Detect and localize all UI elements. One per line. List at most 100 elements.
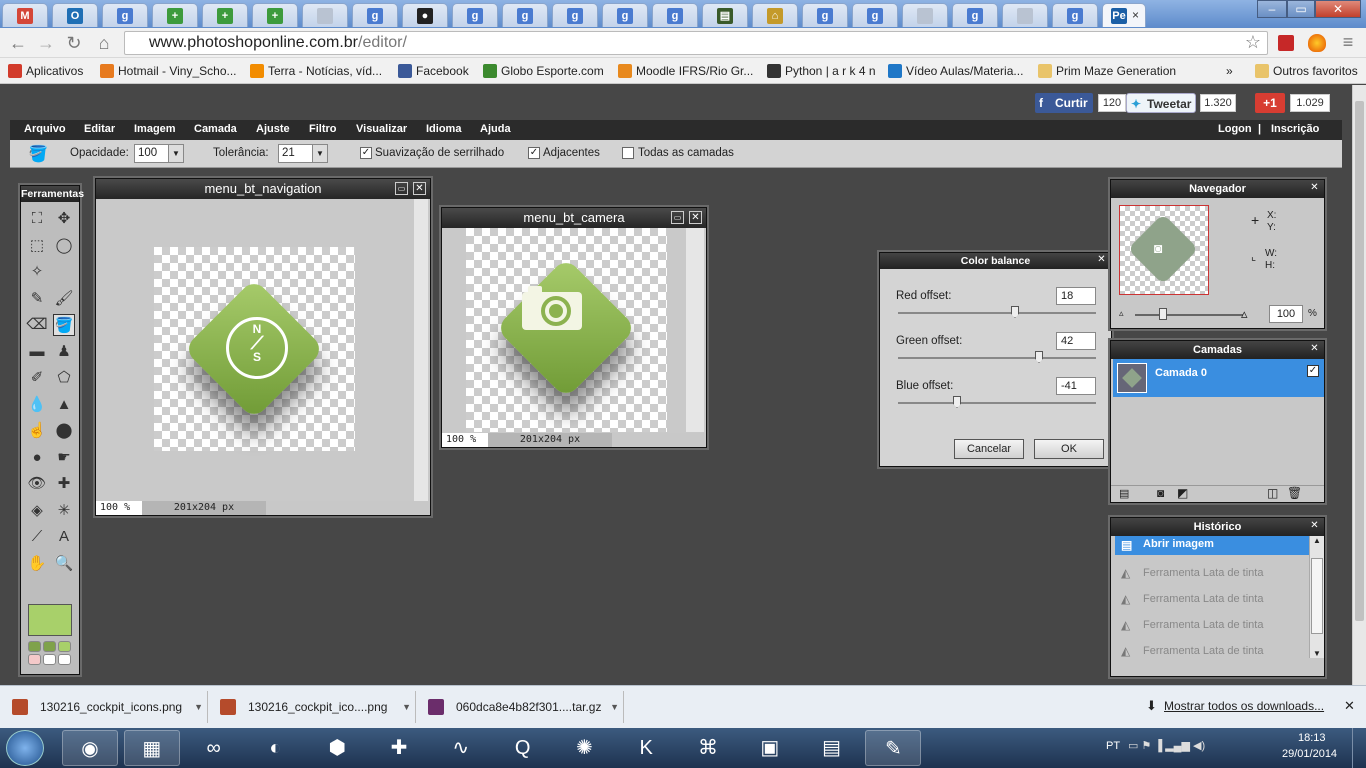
show-all-downloads-link[interactable]: Mostrar todos os downloads... [1164, 699, 1324, 713]
home-icon[interactable]: ⌂ [94, 33, 114, 54]
clock-time[interactable]: 18:13 [1298, 732, 1326, 744]
browser-tab[interactable]: g [952, 3, 998, 27]
kaspersky-icon[interactable]: K [618, 730, 674, 766]
clock-date[interactable]: 29/01/2014 [1282, 748, 1337, 760]
brush-icon[interactable]: 🖌 [53, 288, 75, 310]
all-layers-checkbox[interactable] [622, 147, 634, 159]
bookmarks-overflow[interactable]: » [1226, 62, 1233, 80]
browser-tab[interactable] [902, 3, 948, 27]
browser-tab[interactable]: g [102, 3, 148, 27]
color-replace-icon[interactable]: ✐ [26, 367, 48, 389]
color-balance-dialog[interactable]: Color balance ✕ Red offset: 18 Green offse… [879, 252, 1112, 467]
download-item[interactable]: 130216_cockpit_ico....png ▼ [208, 691, 416, 723]
color-swatch[interactable] [43, 654, 56, 665]
color-swatch[interactable] [28, 641, 41, 652]
slider-knob[interactable] [1035, 351, 1043, 363]
close-window-button[interactable]: ✕ [1315, 0, 1361, 18]
browser-tab[interactable]: g [1052, 3, 1098, 27]
maximize-button[interactable]: ▭ [1287, 0, 1315, 18]
maximize-icon[interactable]: ▭ [671, 211, 684, 224]
kaspersky-extension-icon[interactable] [1278, 35, 1294, 51]
type-icon[interactable]: A [53, 526, 75, 548]
arduino-icon[interactable]: ∞ [186, 730, 242, 766]
download-item[interactable]: 130216_cockpit_icons.png ▼ [0, 691, 208, 723]
close-icon[interactable]: ✕ [1095, 254, 1108, 267]
sharpen-icon[interactable]: ▲ [53, 394, 75, 416]
new-layer-icon[interactable]: ◫ [1267, 486, 1278, 500]
browser-tab[interactable]: g [352, 3, 398, 27]
history-item[interactable]: ▤ Abrir imagem [1115, 536, 1309, 555]
hand-icon[interactable]: ✋ [26, 553, 48, 575]
browser-tab[interactable]: ▤ [702, 3, 748, 27]
facebook-like-button[interactable]: f Curtir [1035, 93, 1093, 113]
menu-imagem[interactable]: Imagem [134, 123, 176, 135]
page-scrollbar[interactable] [1352, 85, 1366, 685]
gradient-icon[interactable]: ▬ [26, 341, 48, 363]
tolerance-select[interactable]: 21 ▼ [278, 144, 328, 163]
sponge-icon[interactable]: ⬤ [53, 420, 75, 442]
virtualbox-icon[interactable]: ⬢ [309, 730, 365, 766]
stamp-icon[interactable]: ♟ [53, 341, 75, 363]
bandage-icon[interactable]: ✚ [53, 473, 75, 495]
browser-tab[interactable]: g [602, 3, 648, 27]
canvas[interactable]: N ⟋ S [154, 247, 355, 451]
download-item[interactable]: 060dca8e4b82f301....tar.gz ▼ [416, 691, 624, 723]
zoom-slider-knob[interactable] [1159, 308, 1167, 320]
antialias-checkbox[interactable]: ✓ [360, 147, 372, 159]
browser-tab[interactable]: ● [402, 3, 448, 27]
history-item[interactable]: ◭ Ferramenta Lata de tinta [1115, 614, 1309, 636]
scroll-down-icon[interactable]: ▼ [1310, 649, 1324, 658]
file-explorer-icon[interactable]: ▦ [123, 730, 180, 766]
bookmark-item[interactable]: Prim Maze Generation [1038, 62, 1176, 80]
burn-icon[interactable]: ● [26, 447, 48, 469]
red-eye-icon[interactable]: 👁 [26, 473, 48, 495]
reload-icon[interactable]: ↻ [64, 33, 84, 54]
bookmark-item[interactable]: Terra - Notícias, víd... [250, 62, 382, 80]
bookmark-item[interactable]: Globo Esporte.com [483, 62, 604, 80]
browser-tab[interactable]: g [802, 3, 848, 27]
qt-icon[interactable]: Q [495, 730, 551, 766]
chevron-down-icon[interactable]: ▼ [402, 691, 411, 723]
navigator-preview[interactable]: ◙ [1119, 205, 1209, 295]
document-window-camera[interactable]: menu_bt_camera ▭ ✕ 100 % 201x204 px [441, 207, 707, 448]
browser-tab[interactable]: O [52, 3, 98, 27]
show-desktop-button[interactable] [1352, 728, 1366, 768]
browser-tab[interactable]: + [202, 3, 248, 27]
zoom-out-icon[interactable]: ▵ [1119, 308, 1124, 319]
close-tab-icon[interactable]: × [1132, 8, 1139, 22]
offset-input[interactable]: -41 [1056, 377, 1096, 395]
browser-tab[interactable]: + [252, 3, 298, 27]
layer-visibility-checkbox[interactable]: ✓ [1307, 365, 1319, 377]
color-swatch[interactable] [58, 654, 71, 665]
chevron-down-icon[interactable]: ▼ [610, 691, 619, 723]
bookmark-item[interactable]: Moodle IFRS/Rio Gr... [618, 62, 753, 80]
shape-icon[interactable]: ⬠ [53, 367, 75, 389]
bookmark-star-icon[interactable]: ☆ [1243, 32, 1263, 53]
close-icon[interactable]: ✕ [1308, 520, 1321, 533]
cancel-button[interactable]: Cancelar [954, 439, 1024, 459]
chevron-down-icon[interactable]: ▼ [194, 691, 203, 723]
history-scroll-thumb[interactable] [1311, 558, 1323, 634]
winrar-icon[interactable]: ▤ [804, 730, 860, 766]
menu-arquivo[interactable]: Arquivo [24, 123, 66, 135]
tweet-button[interactable]: ✦ Tweetar [1126, 93, 1196, 113]
document-vscroll[interactable] [414, 199, 428, 501]
bloat-icon[interactable]: ◈ [26, 500, 48, 522]
fire-extension-icon[interactable] [1308, 34, 1326, 52]
canvas[interactable] [466, 228, 667, 432]
bookmark-item[interactable]: Hotmail - Viny_Scho... [100, 62, 237, 80]
browser-tab[interactable]: g [452, 3, 498, 27]
image-viewer-icon[interactable]: ▣ [742, 730, 798, 766]
chrome-menu-icon[interactable]: ≡ [1338, 32, 1358, 53]
start-button[interactable] [6, 730, 44, 766]
oscilloscope-icon[interactable]: ∿ [433, 730, 489, 766]
layer-style-icon[interactable]: ▤ [1119, 487, 1129, 500]
eraser-icon[interactable]: ⌫ [26, 314, 48, 336]
bookmark-item[interactable]: Aplicativos [8, 62, 83, 80]
pencil-icon[interactable]: ✎ [26, 288, 48, 310]
crop-icon[interactable]: ⛶ [26, 208, 48, 230]
zoom-icon[interactable]: 🔍 [53, 553, 75, 575]
scrollbar-thumb[interactable] [1355, 101, 1364, 621]
document-vscroll[interactable] [686, 228, 704, 432]
browser-tab[interactable]: g [652, 3, 698, 27]
